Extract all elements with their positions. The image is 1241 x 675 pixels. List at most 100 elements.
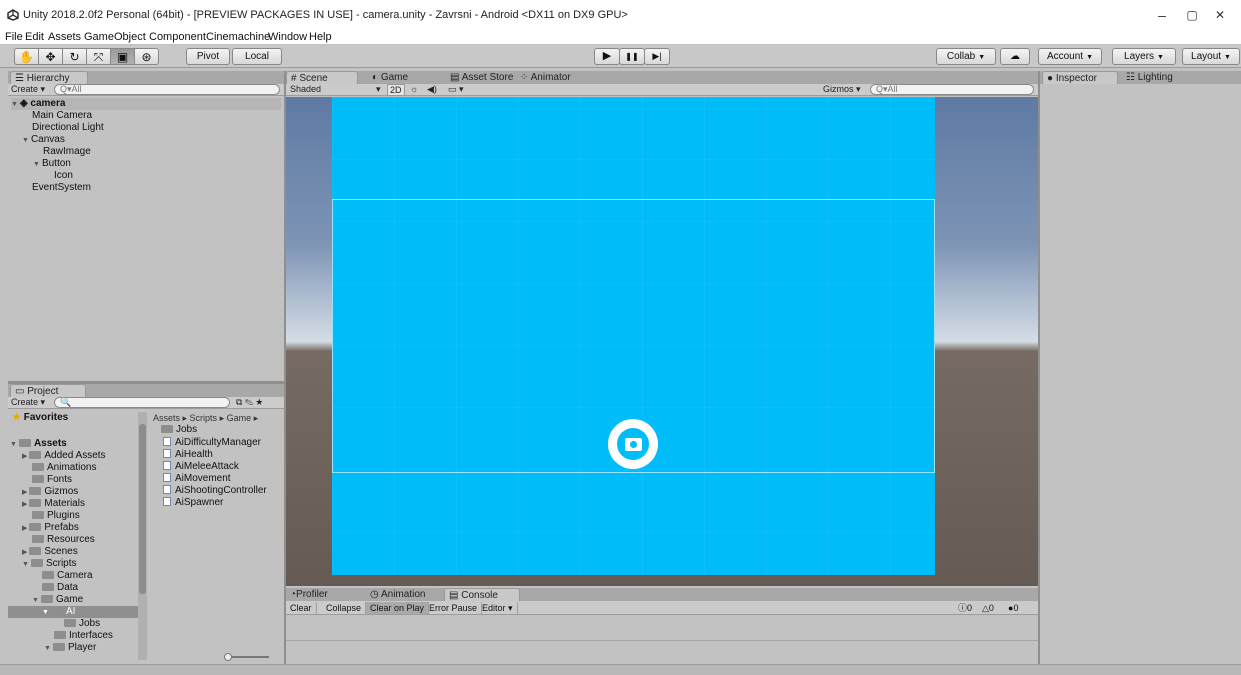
file-jobs-folder[interactable]: Jobs xyxy=(161,424,197,436)
project-create-button[interactable]: Create ▾ xyxy=(11,397,45,409)
effects-toggle-icon[interactable]: ▭ ▾ xyxy=(448,84,464,96)
folder-camera[interactable]: Camera xyxy=(42,570,93,582)
pause-button[interactable]: ❚❚ xyxy=(619,48,645,65)
file-aihealth[interactable]: AiHealth xyxy=(163,449,213,461)
tab-hierarchy[interactable]: ☰ Hierarchy xyxy=(10,71,88,85)
minimize-button[interactable]: – xyxy=(1148,6,1176,24)
layers-dropdown[interactable]: Layers ▼ xyxy=(1112,48,1176,65)
tab-animator[interactable]: ⁘ Animator xyxy=(516,71,571,85)
tab-scene[interactable]: # Scene xyxy=(286,71,358,85)
console-log-area[interactable] xyxy=(286,616,1038,641)
folder-resources[interactable]: Resources xyxy=(32,534,95,546)
tab-lighting[interactable]: ☷ Lighting xyxy=(1122,71,1173,85)
lighting-toggle-icon[interactable]: ☼ xyxy=(410,84,418,96)
tab-profiler[interactable]: ◔Profiler xyxy=(286,588,328,602)
favorites-item[interactable]: ★ Favorites xyxy=(12,412,68,424)
file-aishootingcontroller[interactable]: AiShootingController xyxy=(163,485,267,497)
2d-toggle[interactable]: 2D xyxy=(387,84,405,96)
camera-button[interactable] xyxy=(608,419,658,469)
breadcrumb-scripts[interactable]: Scripts xyxy=(190,413,218,423)
slider-knob[interactable] xyxy=(224,653,232,661)
menu-file[interactable]: File xyxy=(5,31,23,43)
hierarchy-item-main-camera[interactable]: Main Camera xyxy=(32,110,92,122)
step-button[interactable]: ▶| xyxy=(644,48,670,65)
maximize-button[interactable]: ▢ xyxy=(1178,6,1206,24)
hierarchy-item-icon[interactable]: Icon xyxy=(54,170,73,182)
tab-console[interactable]: ▤ Console xyxy=(444,588,520,602)
file-aispawner[interactable]: AiSpawner xyxy=(163,497,223,509)
close-button[interactable]: ✕ xyxy=(1206,6,1234,24)
hierarchy-create-button[interactable]: Create ▾ xyxy=(11,84,45,96)
clear-button[interactable]: Clear xyxy=(286,602,317,614)
error-counter[interactable]: ●0 xyxy=(1008,602,1018,614)
tab-asset-store[interactable]: ▤ Asset Store xyxy=(446,71,513,85)
folder-jobs[interactable]: Jobs xyxy=(64,618,100,630)
menu-edit[interactable]: Edit xyxy=(25,31,44,43)
assets-item[interactable]: ▼ Assets xyxy=(10,438,67,450)
tab-game[interactable]: ◐ Game xyxy=(368,71,408,85)
folder-data[interactable]: Data xyxy=(42,582,78,594)
collapse-button[interactable]: Collapse xyxy=(322,602,367,614)
menu-help[interactable]: Help xyxy=(309,31,332,43)
filter-icons[interactable]: ⧉ ✎ ★ xyxy=(236,397,263,409)
left-splitter[interactable] xyxy=(284,71,286,664)
folder-added-assets[interactable]: ▶ Added Assets xyxy=(22,450,106,462)
breadcrumb-assets[interactable]: Assets xyxy=(153,413,180,423)
hierarchy-item-button[interactable]: ▼ Button xyxy=(33,158,71,170)
scale-tool-icon[interactable]: ⤧ xyxy=(86,48,111,65)
hierarchy-item-canvas[interactable]: ▼ Canvas xyxy=(22,134,65,146)
folder-gizmos[interactable]: ▶ Gizmos xyxy=(22,486,78,498)
folder-player[interactable]: ▼ Player xyxy=(44,642,96,654)
menu-component[interactable]: Component xyxy=(149,31,206,43)
hierarchy-item-rawimage[interactable]: RawImage xyxy=(43,146,91,158)
file-aimovement[interactable]: AiMovement xyxy=(163,473,231,485)
shading-mode-dropdown[interactable]: Shaded xyxy=(290,84,321,96)
folder-materials[interactable]: ▶ Materials xyxy=(22,498,85,510)
tab-animation[interactable]: ◷ Animation xyxy=(366,588,425,602)
transform-tool-icon[interactable]: ⊛ xyxy=(134,48,159,65)
cloud-icon[interactable]: ☁ xyxy=(1000,48,1030,65)
folder-ai-selected[interactable]: ▼ AI xyxy=(8,606,141,618)
folder-scripts[interactable]: ▼ Scripts xyxy=(22,558,77,570)
hierarchy-item-directional-light[interactable]: Directional Light xyxy=(32,122,104,134)
folder-plugins[interactable]: Plugins xyxy=(32,510,80,522)
folder-fonts[interactable]: Fonts xyxy=(32,474,72,486)
warning-counter[interactable]: △0 xyxy=(982,602,994,614)
tab-project[interactable]: ▭ Project xyxy=(10,384,86,398)
scene-view[interactable] xyxy=(286,97,1038,586)
ui-canvas[interactable] xyxy=(332,97,935,575)
folder-scenes[interactable]: ▶ Scenes xyxy=(22,546,78,558)
rotate-tool-icon[interactable]: ↻ xyxy=(62,48,87,65)
menu-cinemachine[interactable]: Cinemachine xyxy=(206,31,270,43)
scene-search-input[interactable]: Q▾All xyxy=(870,84,1034,95)
info-counter[interactable]: ⓘ0 xyxy=(958,602,972,614)
gizmos-dropdown[interactable]: Gizmos ▾ xyxy=(823,84,861,96)
folder-tree-scrollbar[interactable] xyxy=(138,412,147,660)
icon-size-slider[interactable] xyxy=(224,653,269,661)
clear-on-play-toggle[interactable]: Clear on Play xyxy=(366,602,430,614)
layout-dropdown[interactable]: Layout ▼ xyxy=(1182,48,1240,65)
right-splitter[interactable] xyxy=(1038,71,1040,664)
menu-window[interactable]: Window xyxy=(268,31,307,43)
scene-root[interactable]: ▼ ◈ camera xyxy=(11,98,281,110)
move-tool-icon[interactable]: ✥ xyxy=(38,48,63,65)
tab-inspector[interactable]: ● Inspector xyxy=(1042,71,1118,85)
folder-game[interactable]: ▼ Game xyxy=(32,594,83,606)
file-aimeleeattack[interactable]: AiMeleeAttack xyxy=(163,461,239,473)
collab-dropdown[interactable]: Collab ▼ xyxy=(936,48,996,65)
menu-assets[interactable]: Assets xyxy=(48,31,81,43)
folder-interfaces[interactable]: Interfaces xyxy=(54,630,113,642)
account-dropdown[interactable]: Account ▼ xyxy=(1038,48,1102,65)
shading-dropdown-arrow[interactable]: ▾ xyxy=(376,84,381,96)
hierarchy-search-input[interactable]: Q▾All xyxy=(54,84,280,95)
hierarchy-project-splitter[interactable] xyxy=(8,381,284,384)
error-pause-button[interactable]: Error Pause xyxy=(425,602,483,614)
menu-gameobject[interactable]: GameObject xyxy=(84,31,146,43)
folder-animations[interactable]: Animations xyxy=(32,462,96,474)
hand-tool-icon[interactable]: ✋ xyxy=(14,48,39,65)
editor-dropdown[interactable]: Editor ▾ xyxy=(478,602,518,614)
project-search-input[interactable]: 🔍 xyxy=(54,397,230,408)
play-button[interactable]: ▶ xyxy=(594,48,620,65)
scrollbar-thumb[interactable] xyxy=(139,424,146,594)
audio-toggle-icon[interactable]: ◀) xyxy=(427,84,437,96)
